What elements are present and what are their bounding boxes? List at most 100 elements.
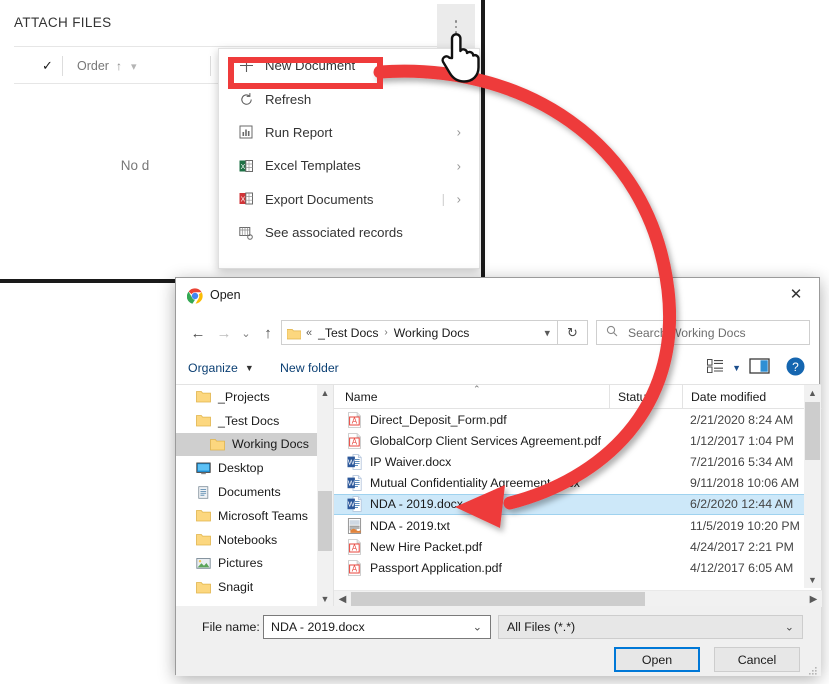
chevron-down-icon[interactable]: ▾ [131, 60, 137, 73]
breadcrumb-segment-0[interactable]: _Test Docs [318, 326, 378, 340]
file-name: Passport Application.pdf [370, 560, 502, 575]
back-icon[interactable]: ← [186, 321, 210, 345]
column-header-date-modified[interactable]: Date modified [682, 385, 766, 408]
chevron-down-icon[interactable]: ▾ [544, 326, 550, 339]
tree-item-snagit[interactable]: Snagit [176, 575, 333, 599]
breadcrumb-separator-icon: › [384, 327, 388, 338]
column-header-status[interactable]: Status [609, 385, 653, 408]
close-icon[interactable]: ✕ [773, 278, 819, 310]
menu-item-label: Export Documents [265, 191, 374, 207]
scrollbar-thumb[interactable] [805, 402, 820, 460]
tree-item-notebooks[interactable]: Notebooks [176, 528, 333, 552]
pdf-file-icon: A [347, 538, 362, 555]
column-divider [62, 56, 63, 76]
folder-icon [196, 509, 211, 522]
file-list-row[interactable]: A Direct_Deposit_Form.pdf 2/21/2020 8:24 A… [334, 409, 805, 430]
scrollbar-thumb[interactable] [351, 592, 645, 606]
svg-text:W: W [348, 457, 355, 466]
file-name-input[interactable]: NDA - 2019.docx ⌄ [263, 615, 491, 639]
file-name: GlobalCorp Client Services Agreement.pdf [370, 433, 602, 448]
scroll-right-icon[interactable]: ▶ [805, 591, 822, 607]
tree-item-projects[interactable]: _Projects [176, 385, 333, 409]
file-date-modified: 2/21/2020 8:24 AM [690, 412, 794, 427]
refresh-button[interactable]: ↻ [558, 320, 588, 345]
file-name: New Hire Packet.pdf [370, 539, 483, 554]
associated-records-icon [239, 226, 265, 240]
search-input[interactable]: Search Working Docs [596, 320, 810, 345]
menu-item-see-associated-records[interactable]: See associated records [219, 216, 479, 249]
file-type-filter-select[interactable]: All Files (*.*) ⌄ [498, 615, 803, 639]
tree-item-microsoft-teams[interactable]: Microsoft Teams [176, 504, 333, 528]
file-name: NDA - 2019.docx [370, 497, 463, 512]
organize-button[interactable]: Organize ▼ [188, 356, 254, 380]
forward-icon[interactable]: → [212, 321, 236, 345]
chrome-icon [186, 288, 203, 304]
folder-icon [196, 533, 211, 546]
tree-item-desktop[interactable]: Desktop [176, 456, 333, 480]
file-list-row[interactable]: A New Hire Packet.pdf 4/24/2017 2:21 PM [334, 536, 805, 557]
breadcrumb-overflow-icon[interactable]: « [306, 327, 312, 339]
help-button[interactable]: ? [786, 357, 805, 376]
scroll-down-icon[interactable]: ▼ [317, 591, 333, 607]
sort-ascending-icon: ⌃ [473, 384, 481, 394]
tree-item-test-docs[interactable]: _Test Docs [176, 409, 333, 433]
select-all-checkbox[interactable]: ✓ [42, 47, 53, 85]
column-header-name[interactable]: Name [345, 385, 378, 408]
file-list-row[interactable]: W IP Waiver.docx 7/21/2016 5:34 AM [334, 451, 805, 472]
tree-item-label: Documents [218, 485, 281, 500]
scroll-up-icon[interactable]: ▲ [317, 385, 333, 401]
file-date-modified: 7/21/2016 5:34 AM [690, 454, 794, 469]
file-list-row[interactable]: W Mutual Confidentiality Agreement.docx 9/… [334, 473, 805, 494]
file-list-row[interactable]: W NDA - 2019.docx 6/2/2020 12:44 AM [334, 493, 805, 515]
scroll-left-icon[interactable]: ◀ [334, 591, 351, 607]
recent-locations-icon[interactable]: ⌄ [234, 321, 258, 345]
documents-icon [196, 485, 211, 499]
column-header-order[interactable]: Order ↑ ▾ [66, 47, 136, 85]
file-rows: A Direct_Deposit_Form.pdf 2/21/2020 8:24 A… [334, 409, 805, 579]
chevron-down-icon[interactable]: ⌄ [785, 621, 794, 634]
svg-text:X: X [241, 164, 246, 171]
open-button[interactable]: Open [614, 647, 700, 672]
navigation-bar: ← → ⌄ ↑ « _Test Docs › Working Docs ▾ ↻ … [176, 314, 819, 352]
tree-item-working-docs[interactable]: Working Docs [176, 432, 333, 457]
up-one-level-icon[interactable]: ↑ [256, 321, 280, 345]
file-list-row[interactable]: A Passport Application.pdf 4/12/2017 6:05 … [334, 557, 805, 578]
file-name-value: NDA - 2019.docx [271, 620, 365, 634]
file-list-vertical-scrollbar[interactable]: ▲ ▼ [804, 385, 821, 588]
new-folder-button[interactable]: New folder [280, 356, 339, 380]
menu-item-excel-templates[interactable]: X Excel Templates › [219, 149, 479, 182]
file-list-row[interactable]: A GlobalCorp Client Services Agreement.pd… [334, 430, 805, 451]
menu-divider: | [441, 191, 445, 207]
tree-item-documents[interactable]: Documents [176, 480, 333, 504]
plus-icon [239, 58, 265, 73]
menu-item-run-report[interactable]: Run Report › [219, 116, 479, 149]
scroll-up-icon[interactable]: ▲ [804, 385, 821, 401]
preview-pane-toggle[interactable] [749, 357, 771, 377]
view-mode-button[interactable]: ▼ [707, 356, 741, 380]
tree-item-label: _Projects [218, 389, 270, 404]
pdf-file-icon: A [347, 432, 362, 449]
file-date-modified: 6/2/2020 12:44 AM [690, 497, 794, 512]
tree-scrollbar[interactable]: ▲ ▼ [317, 385, 333, 607]
tree-item-label: Working Docs [232, 437, 309, 452]
file-date-modified: 1/12/2017 1:04 PM [690, 433, 794, 448]
menu-item-export-documents[interactable]: X Export Documents | › [219, 183, 479, 216]
scroll-down-icon[interactable]: ▼ [804, 572, 821, 588]
view-list-icon [707, 358, 724, 378]
address-breadcrumb-bar[interactable]: « _Test Docs › Working Docs ▾ [281, 320, 558, 345]
file-date-modified: 4/12/2017 6:05 AM [690, 560, 794, 575]
resize-grip-icon[interactable] [808, 663, 818, 675]
breadcrumb-segment-1[interactable]: Working Docs [394, 326, 470, 340]
sort-ascending-icon: ↑ [115, 59, 122, 73]
svg-text:A: A [352, 416, 358, 425]
refresh-icon [239, 92, 265, 107]
tree-item-pictures[interactable]: Pictures [176, 552, 333, 576]
file-list-row[interactable]: NDA - 2019.txt 11/5/2019 10:20 PM [334, 515, 805, 536]
file-list-horizontal-scrollbar[interactable]: ◀ ▶ [334, 590, 822, 607]
folder-icon [196, 581, 211, 594]
excel-icon: X [239, 159, 265, 173]
chevron-down-icon[interactable]: ⌄ [473, 621, 482, 634]
cancel-button[interactable]: Cancel [714, 647, 800, 672]
new-folder-label: New folder [280, 361, 339, 375]
scrollbar-thumb[interactable] [318, 491, 332, 551]
